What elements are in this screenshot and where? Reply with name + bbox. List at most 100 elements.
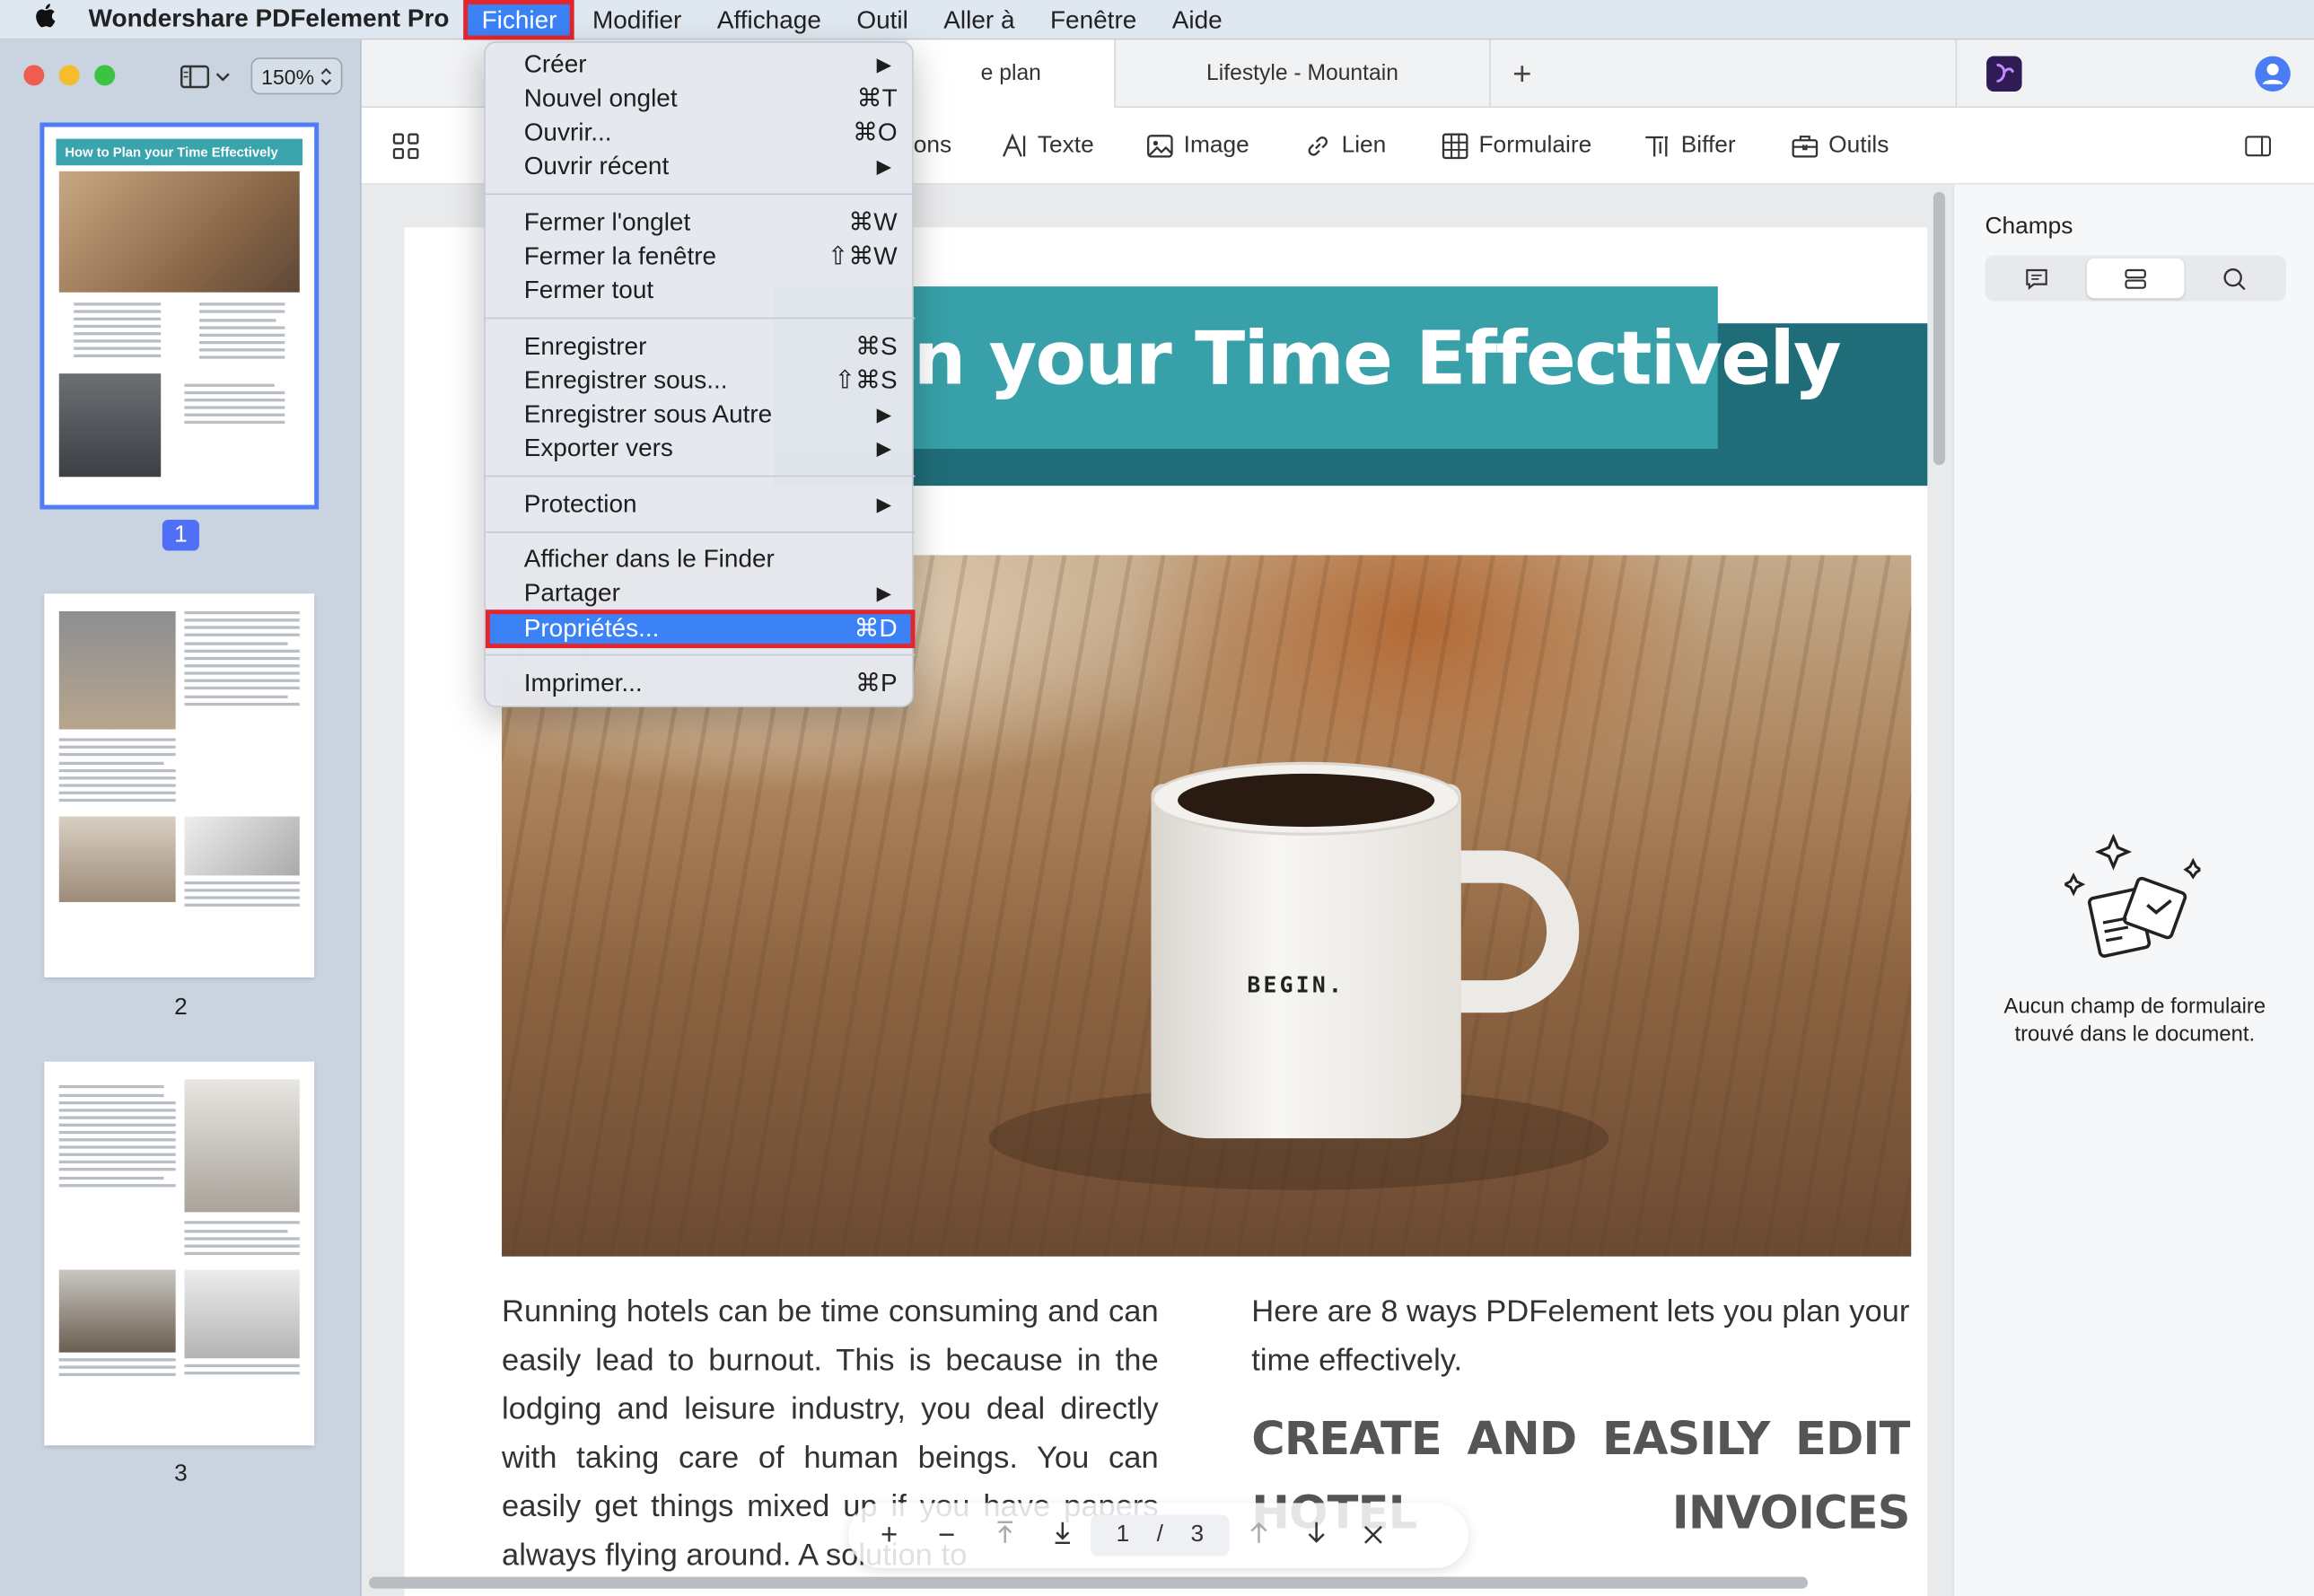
menu-item-creer[interactable]: Créer ▶ [486, 48, 915, 82]
link-icon [1308, 136, 1328, 156]
page-thumbnail-3[interactable] [44, 1061, 315, 1446]
first-page-button[interactable] [976, 1519, 1033, 1553]
horizontal-scrollbar[interactable] [369, 1576, 1809, 1589]
close-navigation-button[interactable] [1345, 1519, 1402, 1553]
page-number-label: 2 [174, 995, 188, 1021]
fields-tab[interactable] [2086, 258, 2185, 299]
toolbar-link-label: Lien [1341, 133, 1387, 158]
thumbnail-sidebar: 150% How to Plan your Time Effectively 1 [0, 39, 362, 1596]
menu-item-afficher-finder[interactable]: Afficher dans le Finder [486, 542, 915, 576]
pdfelement-app-icon[interactable] [1986, 56, 2022, 92]
toolbox-icon [1792, 136, 1819, 158]
user-avatar-icon[interactable] [2255, 56, 2291, 92]
menu-aller-a[interactable]: Aller à [926, 0, 1033, 39]
menu-affichage[interactable]: Affichage [699, 0, 839, 39]
tab-lifestyle-mountain[interactable]: Lifestyle - Mountain [1114, 39, 1491, 109]
page-title: n your Time Effectively [913, 315, 1842, 402]
next-page-button[interactable] [1287, 1519, 1345, 1553]
file-menu-dropdown: Créer ▶ Nouvel onglet ⌘T Ouvrir... ⌘O Ouvri… [484, 41, 916, 707]
page-thumbnail-1[interactable]: How to Plan your Time Effectively [39, 122, 320, 510]
page-thumbnail-2[interactable] [44, 593, 315, 978]
previous-page-button[interactable] [1230, 1519, 1287, 1553]
zoom-out-button[interactable]: − [918, 1519, 976, 1553]
panel-title: Champs [1985, 214, 2073, 240]
menu-item-nouvel-onglet[interactable]: Nouvel onglet ⌘T [486, 81, 915, 115]
toolbar-redact-button[interactable]: Biffer [1644, 128, 1736, 163]
page-separator: / [1156, 1521, 1163, 1548]
page-navigation-control: + − 1 / 3 [848, 1503, 1468, 1568]
total-pages: 3 [1190, 1521, 1205, 1548]
submenu-arrow-icon: ▶ [876, 582, 892, 604]
empty-form-illustration-icon [2064, 834, 2201, 958]
panel-tab-group [1985, 255, 2286, 302]
close-icon [1364, 1525, 1382, 1543]
sidebar-toggle-button[interactable] [180, 60, 233, 92]
menu-item-fermer-onglet[interactable]: Fermer l'onglet ⌘W [486, 206, 915, 240]
toolbar-form-label: Formulaire [1478, 133, 1592, 158]
menu-item-exporter-vers[interactable]: Exporter vers ▶ [486, 431, 915, 465]
chevron-down-icon [215, 73, 230, 82]
menu-item-enregistrer-sous[interactable]: Enregistrer sous... ⇧⌘S [486, 364, 915, 398]
menu-aide[interactable]: Aide [1154, 0, 1240, 39]
mug-text: BEGIN. [1247, 971, 1345, 998]
menu-fichier[interactable]: Fichier [463, 0, 575, 39]
toolbar-image-label: Image [1183, 133, 1249, 158]
menu-fenetre[interactable]: Fenêtre [1032, 0, 1154, 39]
body-text-right: Here are 8 ways PDFelement lets you plan… [1251, 1294, 1910, 1378]
image-icon [1147, 135, 1173, 158]
new-tab-button[interactable]: + [1512, 39, 1531, 108]
grid-view-button[interactable] [392, 128, 419, 163]
toolbar-tools-label: Outils [1828, 133, 1889, 158]
zoom-in-button[interactable]: + [861, 1519, 918, 1553]
text-icon [1002, 133, 1026, 157]
zoom-value: 150% [261, 64, 315, 88]
form-fields-icon [2125, 268, 2146, 288]
page-indicator[interactable]: 1 / 3 [1091, 1514, 1230, 1557]
menu-item-imprimer[interactable]: Imprimer... ⌘P [486, 666, 915, 700]
zoom-window-button[interactable] [94, 65, 116, 86]
menu-separator [485, 475, 916, 478]
app-name[interactable]: Wondershare PDFelement Pro [89, 4, 450, 34]
apple-menu-icon[interactable] [0, 2, 89, 37]
vertical-scrollbar[interactable] [1933, 191, 1946, 466]
toolbar-link-button[interactable]: Lien [1304, 128, 1386, 163]
toolbar-tools-button[interactable]: Outils [1792, 128, 1889, 163]
menu-outil[interactable]: Outil [839, 0, 926, 39]
menu-item-ouvrir-recent[interactable]: Ouvrir récent ▶ [486, 149, 915, 183]
minimize-window-button[interactable] [58, 65, 80, 86]
tab-current-document[interactable]: e plan [907, 39, 1115, 109]
search-tab[interactable] [2186, 259, 2283, 298]
menu-item-proprietes[interactable]: Propriétés... ⌘D [485, 609, 916, 649]
submenu-arrow-icon: ▶ [876, 436, 892, 460]
menu-item-protection[interactable]: Protection ▶ [486, 487, 915, 522]
close-window-button[interactable] [23, 65, 45, 86]
menu-item-fermer-fenetre[interactable]: Fermer la fenêtre ⇧⌘W [486, 239, 915, 273]
thumbnail-image [58, 171, 300, 293]
menu-item-fermer-tout[interactable]: Fermer tout [486, 273, 915, 307]
arrow-down-to-line-icon [1054, 1521, 1070, 1544]
arrow-up-icon [1249, 1521, 1267, 1542]
fields-panel: Champs Aucun champ de formulaire trouvé … [1952, 184, 2314, 1596]
menu-item-enregistrer-sous-autre[interactable]: Enregistrer sous Autre ▶ [486, 397, 915, 431]
current-page-input[interactable]: 1 [1116, 1522, 1129, 1549]
menu-item-partager[interactable]: Partager ▶ [486, 575, 915, 609]
toolbar-image-button[interactable]: Image [1147, 128, 1249, 163]
grid-icon [392, 133, 419, 160]
submenu-arrow-icon: ▶ [876, 403, 892, 425]
menu-item-enregistrer[interactable]: Enregistrer ⌘S [486, 329, 915, 364]
menu-modifier[interactable]: Modifier [574, 0, 699, 39]
menu-separator [485, 193, 916, 196]
toolbar-text-button[interactable]: Texte [1001, 128, 1094, 163]
zoom-select[interactable]: 150% [250, 57, 343, 95]
submenu-arrow-icon: ▶ [876, 154, 892, 178]
toolbar-text-label: Texte [1037, 133, 1094, 158]
arrow-down-icon [1307, 1521, 1324, 1543]
toolbar-redact-label: Biffer [1680, 133, 1736, 158]
right-panel-toggle-button[interactable] [2245, 128, 2272, 163]
menu-item-ouvrir[interactable]: Ouvrir... ⌘O [486, 115, 915, 149]
comment-tab[interactable] [1988, 259, 2086, 298]
toolbar-annotations-button[interactable]: ons [914, 128, 951, 163]
form-icon [1442, 133, 1468, 160]
toolbar-form-button[interactable]: Formulaire [1442, 128, 1591, 163]
last-page-button[interactable] [1033, 1519, 1091, 1553]
